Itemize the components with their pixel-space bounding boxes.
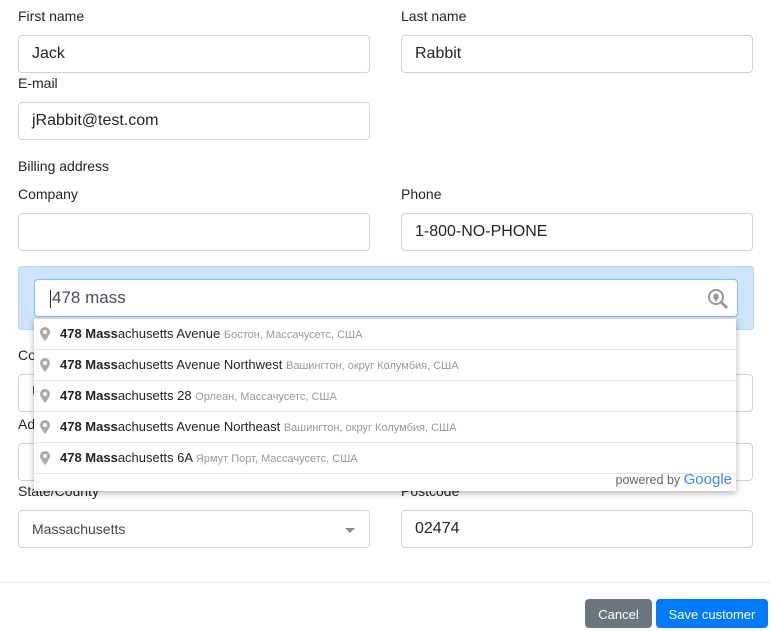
suggestion-rest: achusetts Avenue Northeast — [117, 419, 281, 434]
billing-heading: Billing address — [18, 158, 110, 174]
postcode-input[interactable]: 02474 — [401, 510, 753, 548]
map-pin-icon — [40, 327, 50, 341]
email-label: E-mail — [18, 75, 58, 91]
state-select[interactable]: Massachusetts — [18, 510, 370, 548]
suggestion-rest: achusetts Avenue — [117, 326, 221, 341]
search-location-icon — [708, 289, 729, 310]
suggestion-match: 478 Mass — [60, 388, 118, 403]
powered-by-google: powered by Google — [616, 471, 732, 488]
save-customer-button[interactable]: Save customer — [656, 599, 768, 628]
email-input[interactable]: jRabbit@test.com — [18, 102, 370, 140]
suggestion-secondary: Бостон, Массачусетс, США — [223, 329, 363, 341]
suggestion-secondary: Вашингтон, округ Колумбия, США — [285, 360, 459, 372]
company-input[interactable] — [18, 213, 370, 251]
caret-down-icon — [345, 528, 355, 533]
last-name-input[interactable]: Rabbit — [401, 35, 753, 73]
first-name-label: First name — [18, 8, 85, 24]
suggestion-rest: achusetts 6A — [117, 450, 193, 465]
suggestion-match: 478 Mass — [60, 419, 118, 434]
suggestion-item[interactable]: 478 Massachusetts Avenue Northeast Вашин… — [34, 412, 736, 443]
suggestion-rest: achusetts Avenue Northwest — [117, 357, 283, 372]
suggestion-secondary: Ярмут Порт, Массачусетс, США — [195, 453, 358, 465]
suggestion-secondary: Вашингтон, округ Колумбия, США — [283, 422, 457, 434]
company-label: Company — [18, 186, 78, 202]
google-logo: Google — [683, 471, 732, 488]
address-search-input[interactable]: 478 mass — [34, 279, 738, 317]
autocomplete-dropdown: 478 Massachusetts Avenue Бостон, Массачу… — [34, 318, 736, 491]
powered-by-text: powered by — [615, 473, 681, 487]
phone-label: Phone — [401, 186, 442, 202]
search-query: 478 mass — [52, 288, 126, 307]
suggestion-item[interactable]: 478 Massachusetts 28 Орлеан, Массачусетс… — [34, 381, 736, 412]
phone-input[interactable]: 1-800-NO-PHONE — [401, 213, 753, 251]
cancel-button[interactable]: Cancel — [585, 599, 652, 628]
suggestion-secondary: Орлеан, Массачусетс, США — [195, 391, 337, 403]
last-name-label: Last name — [401, 8, 467, 24]
suggestion-item[interactable]: 478 Massachusetts Avenue Northwest Вашин… — [34, 350, 736, 381]
map-pin-icon — [40, 451, 50, 465]
first-name-input[interactable]: Jack — [18, 35, 370, 73]
address-label: Ad — [18, 416, 36, 432]
map-pin-icon — [40, 389, 50, 403]
suggestion-match: 478 Mass — [60, 326, 118, 341]
footer-divider — [0, 582, 771, 583]
state-value: Massachusetts — [32, 521, 126, 537]
suggestion-item[interactable]: 478 Massachusetts Avenue Бостон, Массачу… — [34, 319, 736, 350]
suggestion-match: 478 Mass — [60, 357, 118, 372]
suggestion-item[interactable]: 478 Massachusetts 6A Ярмут Порт, Массачу… — [34, 443, 736, 474]
suggestion-match: 478 Mass — [60, 450, 118, 465]
map-pin-icon — [40, 420, 50, 434]
map-pin-icon — [40, 358, 50, 372]
suggestion-rest: achusetts 28 — [117, 388, 192, 403]
